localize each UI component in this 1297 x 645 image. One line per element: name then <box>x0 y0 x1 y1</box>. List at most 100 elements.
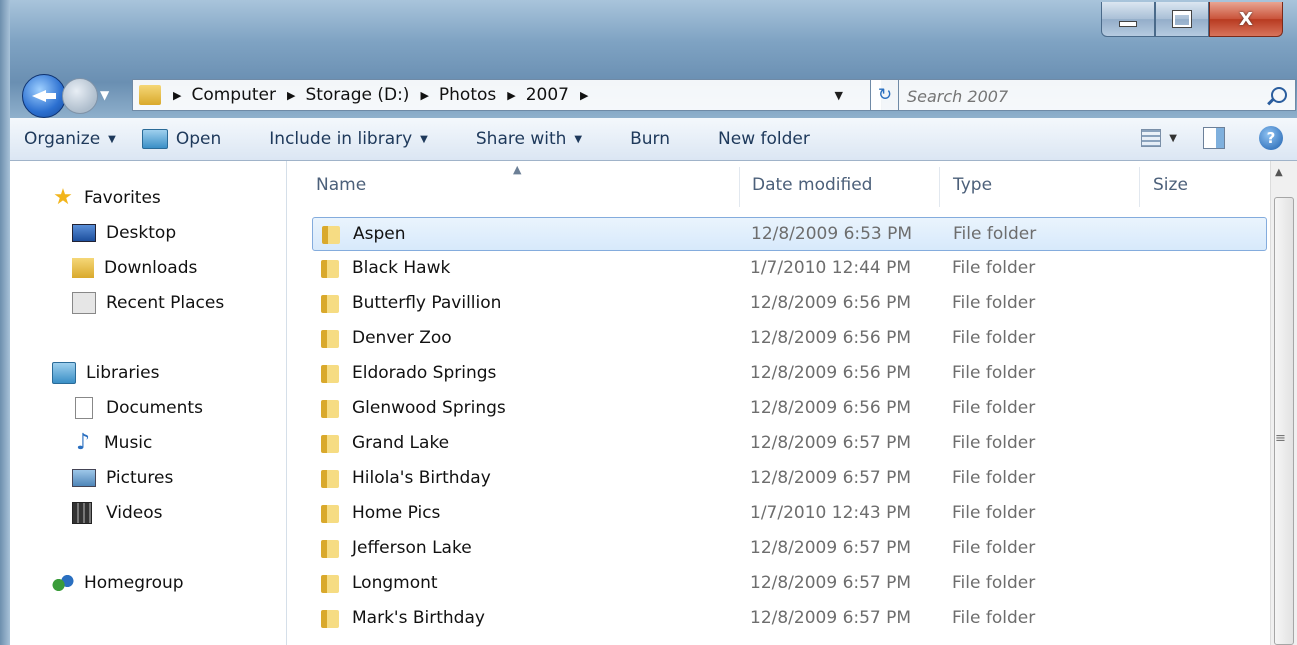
file-row[interactable]: Grand Lake 12/8/2009 6:57 PM File folder <box>312 427 1267 461</box>
folder-icon <box>321 575 339 593</box>
close-icon: X <box>1239 8 1253 30</box>
file-row[interactable]: Black Hawk 1/7/2010 12:44 PM File folder <box>312 252 1267 286</box>
file-type: File folder <box>952 398 1036 418</box>
breadcrumb-2007[interactable]: 2007 ▶ <box>526 85 599 105</box>
folder-icon <box>139 85 161 105</box>
file-date-modified: 12/8/2009 6:57 PM <box>750 468 912 488</box>
file-row[interactable]: Jefferson Lake 12/8/2009 6:57 PM File fold… <box>312 532 1267 566</box>
file-row[interactable]: Mark's Birthday 12/8/2009 6:57 PM File fol… <box>312 602 1267 636</box>
homegroup-icon <box>52 573 74 593</box>
file-row[interactable]: Hilola's Birthday 12/8/2009 6:57 PM File f… <box>312 462 1267 496</box>
address-bar[interactable]: ▶ Computer ▶ Storage (D:) ▶ Photos ▶ 200… <box>132 79 882 111</box>
maximize-icon <box>1172 10 1192 28</box>
navigation-pane: ★ Favorites Desktop Downloads Recent Plac… <box>10 161 287 645</box>
breadcrumb-storage[interactable]: Storage (D:) ▶ <box>305 85 438 105</box>
nav-desktop[interactable]: Desktop <box>72 218 176 248</box>
share-with-menu[interactable]: Share with ▼ <box>476 129 582 149</box>
column-header-name[interactable]: Name <box>316 175 366 195</box>
folder-icon <box>322 226 340 244</box>
breadcrumb-root-arrow[interactable]: ▶ <box>169 89 191 102</box>
burn-button[interactable]: Burn <box>630 129 670 149</box>
column-headers: ▲ Name Date modified Type Size <box>287 161 1270 211</box>
recent-pages-dropdown[interactable]: ▼ <box>100 88 114 102</box>
downloads-icon <box>72 258 94 278</box>
nav-favorites[interactable]: ★ Favorites <box>52 183 161 213</box>
file-row[interactable]: Home Pics 1/7/2010 12:43 PM File folder <box>312 497 1267 531</box>
file-row[interactable]: Denver Zoo 12/8/2009 6:56 PM File folder <box>312 322 1267 356</box>
file-type: File folder <box>952 503 1036 523</box>
column-divider[interactable] <box>1139 167 1140 207</box>
new-folder-label: New folder <box>718 129 810 149</box>
folder-icon <box>321 365 339 383</box>
scrollbar-thumb[interactable] <box>1274 197 1294 645</box>
nav-label: Music <box>104 433 153 453</box>
file-name: Jefferson Lake <box>352 538 472 558</box>
column-header-size[interactable]: Size <box>1153 175 1188 195</box>
change-view-icon[interactable] <box>1141 129 1162 147</box>
videos-icon <box>72 502 92 524</box>
file-name: Grand Lake <box>352 433 450 453</box>
address-history-dropdown[interactable]: ▼ <box>835 89 843 102</box>
open-label: Open <box>175 129 222 149</box>
file-type: File folder <box>952 573 1036 593</box>
view-options-dropdown[interactable]: ▼ <box>1169 133 1177 144</box>
minimize-icon <box>1119 21 1137 27</box>
search-box[interactable] <box>898 79 1296 111</box>
organize-menu[interactable]: Organize ▼ <box>24 129 116 149</box>
nav-libraries[interactable]: Libraries <box>52 358 159 388</box>
file-row[interactable]: Glenwood Springs 12/8/2009 6:56 PM File fo… <box>312 392 1267 426</box>
maximize-button[interactable] <box>1155 2 1209 37</box>
folder-icon <box>321 400 339 418</box>
back-button[interactable] <box>22 74 66 118</box>
forward-button[interactable] <box>62 78 98 114</box>
file-date-modified: 12/8/2009 6:56 PM <box>750 398 912 418</box>
folder-icon <box>321 470 339 488</box>
file-row[interactable]: Eldorado Springs 12/8/2009 6:56 PM File fo… <box>312 357 1267 391</box>
nav-videos[interactable]: Videos <box>72 498 163 528</box>
open-button[interactable]: Open <box>141 129 222 149</box>
nav-recent-places[interactable]: Recent Places <box>72 288 224 318</box>
breadcrumb-computer[interactable]: Computer ▶ <box>191 85 305 105</box>
refresh-button[interactable]: ↻ <box>870 79 900 111</box>
file-type: File folder <box>952 608 1036 628</box>
column-header-type[interactable]: Type <box>953 175 992 195</box>
folder-icon <box>321 610 339 628</box>
file-name: Aspen <box>353 224 406 244</box>
file-name: Glenwood Springs <box>352 398 506 418</box>
file-row[interactable]: Longmont 12/8/2009 6:57 PM File folder <box>312 567 1267 601</box>
search-input[interactable] <box>905 83 1249 109</box>
burn-label: Burn <box>630 129 671 149</box>
folder-icon <box>321 435 339 453</box>
scroll-up-icon[interactable]: ▲ <box>1275 167 1283 178</box>
vertical-scrollbar[interactable]: ▲ ≡ <box>1270 161 1297 645</box>
close-button[interactable]: X <box>1209 2 1283 37</box>
breadcrumb-photos[interactable]: Photos ▶ <box>439 85 526 105</box>
file-row[interactable]: Aspen 12/8/2009 6:53 PM File folder <box>312 217 1267 251</box>
desktop-icon <box>72 224 96 242</box>
file-name: Eldorado Springs <box>352 363 497 383</box>
search-icon[interactable] <box>1271 87 1287 103</box>
minimize-button[interactable] <box>1101 2 1155 37</box>
nav-downloads[interactable]: Downloads <box>72 253 197 283</box>
file-name: Longmont <box>352 573 438 593</box>
star-icon: ★ <box>53 185 73 210</box>
nav-pictures[interactable]: Pictures <box>72 463 173 493</box>
column-divider[interactable] <box>939 167 940 207</box>
nav-label: Libraries <box>86 363 160 383</box>
column-divider[interactable] <box>739 167 740 207</box>
nav-music[interactable]: ♪ Music <box>72 428 152 458</box>
file-row[interactable]: Butterfly Pavillion 12/8/2009 6:56 PM File… <box>312 287 1267 321</box>
help-icon[interactable]: ? <box>1259 126 1283 150</box>
nav-documents[interactable]: Documents <box>72 393 203 423</box>
new-folder-button[interactable]: New folder <box>718 129 810 149</box>
preview-pane-icon[interactable] <box>1203 127 1225 149</box>
column-header-date[interactable]: Date modified <box>752 175 872 195</box>
nav-label: Homegroup <box>84 573 184 593</box>
nav-homegroup[interactable]: Homegroup <box>52 568 184 598</box>
file-list: ▲ Name Date modified Type Size Aspen 12/8… <box>287 161 1270 645</box>
file-date-modified: 12/8/2009 6:53 PM <box>751 224 913 244</box>
file-date-modified: 1/7/2010 12:43 PM <box>750 503 912 523</box>
file-date-modified: 12/8/2009 6:56 PM <box>750 363 912 383</box>
include-in-library-menu[interactable]: Include in library ▼ <box>269 129 428 149</box>
pictures-icon <box>72 469 96 487</box>
